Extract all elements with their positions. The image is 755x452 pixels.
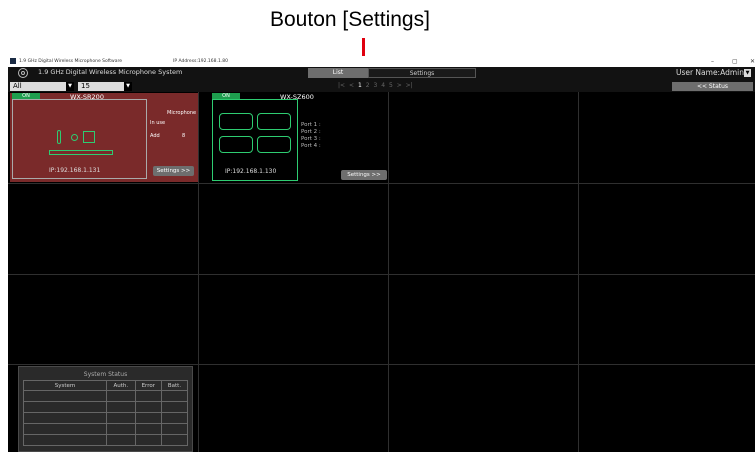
page-2-button[interactable]: 2 <box>366 82 370 89</box>
in-use-label: In use <box>150 120 166 126</box>
microphone-label: Microphone <box>167 110 197 116</box>
device-card-wx-sz600[interactable]: ON WX-SZ600 IP:192.168.1.130 Port 1 : Po… <box>208 93 396 182</box>
page-3-button[interactable]: 3 <box>373 82 377 89</box>
grid-divider <box>198 92 199 452</box>
port-1-icon <box>219 113 253 130</box>
table-row <box>23 390 189 402</box>
group-select[interactable]: All ▼ <box>10 82 74 91</box>
next-page-button[interactable]: > <box>397 82 402 89</box>
logo-icon <box>18 68 28 78</box>
table-header-row: System Auth. Error Batt. <box>23 380 189 391</box>
grid-divider <box>578 92 579 452</box>
system-status-title: System Status <box>83 371 128 378</box>
annotation-label: Bouton [Settings] <box>270 8 430 31</box>
device-card-wx-sr200[interactable]: ON WX-SR200 IP:192.168.1.131 Microphone … <box>10 93 198 182</box>
tab-list[interactable]: List <box>308 68 368 78</box>
pagination: |< < 1 2 3 4 5 > >| <box>338 82 413 89</box>
close-icon[interactable]: ✕ <box>750 56 755 67</box>
chevron-down-icon[interactable]: ▼ <box>66 82 74 91</box>
grid-divider <box>8 364 755 365</box>
page-1-button[interactable]: 1 <box>358 82 362 89</box>
table-row <box>23 401 189 413</box>
system-status-table: System Auth. Error Batt. <box>23 380 189 446</box>
filter-bar: All ▼ 15 ▼ |< < 1 2 3 4 5 > >| << Status <box>8 81 755 92</box>
device-grid: ON WX-SR200 IP:192.168.1.131 Microphone … <box>8 92 755 452</box>
user-name-menu[interactable]: User Name:Admin ▼ <box>676 68 751 77</box>
port-2-icon <box>257 113 291 130</box>
grid-divider <box>8 183 755 184</box>
system-name: 1.9 GHz Digital Wireless Microphone Syst… <box>38 68 183 76</box>
chevron-down-icon[interactable]: ▼ <box>124 82 132 91</box>
title-bar: 1.9 GHz Digital Wireless Microphone Soft… <box>8 56 755 67</box>
settings-button[interactable]: Settings >> <box>341 170 387 180</box>
application-window: 1.9 GHz Digital Wireless Microphone Soft… <box>8 56 755 452</box>
tab-settings[interactable]: Settings <box>368 68 476 78</box>
app-icon <box>10 58 16 64</box>
ip-address-label: IP Address:192.168.1.80 <box>173 59 228 64</box>
port-label: Port 4 : <box>301 143 321 149</box>
table-row <box>23 423 189 435</box>
maximize-icon[interactable]: ▢ <box>732 56 738 67</box>
chevron-down-icon[interactable]: ▼ <box>744 69 751 77</box>
port-label: Port 1 : <box>301 122 321 128</box>
microphone-icon <box>57 130 61 144</box>
last-page-button[interactable]: >| <box>406 82 413 89</box>
unit-icon <box>83 131 95 143</box>
header-bar: 1.9 GHz Digital Wireless Microphone Syst… <box>8 67 755 81</box>
user-name-label: User Name:Admin <box>675 68 744 77</box>
charger-icon <box>71 134 78 141</box>
column-header: Error <box>134 380 162 391</box>
count-select-value: 15 <box>81 82 90 90</box>
grid-divider <box>8 274 755 275</box>
port-label: Port 2 : <box>301 129 321 135</box>
port-3-icon <box>219 136 253 153</box>
column-header: Auth. <box>106 380 136 391</box>
window-title: 1.9 GHz Digital Wireless Microphone Soft… <box>19 59 122 64</box>
port-4-icon <box>257 136 291 153</box>
system-status-panel: System Status System Auth. Error Batt. <box>18 366 193 452</box>
device-panel: IP:192.168.1.130 <box>212 99 298 181</box>
ip-label: IP:192.168.1.130 <box>225 168 277 175</box>
settings-button[interactable]: Settings >> <box>153 166 194 176</box>
slot-indicator-bar <box>49 150 113 155</box>
device-panel: IP:192.168.1.131 <box>12 99 147 179</box>
prev-page-button[interactable]: < <box>349 82 354 89</box>
table-row <box>23 434 189 446</box>
page-4-button[interactable]: 4 <box>381 82 385 89</box>
count-select[interactable]: 15 ▼ <box>78 82 132 91</box>
column-header: Batt. <box>160 380 189 391</box>
group-select-value: All <box>13 82 22 90</box>
minimize-icon[interactable]: – <box>711 56 714 67</box>
add-value: 8 <box>182 133 186 139</box>
port-label: Port 3 : <box>301 136 321 142</box>
table-row <box>23 412 189 424</box>
column-header: System <box>23 380 107 391</box>
status-toggle-button[interactable]: << Status <box>672 82 753 91</box>
first-page-button[interactable]: |< <box>338 82 345 89</box>
page-5-button[interactable]: 5 <box>389 82 393 89</box>
add-label: Add <box>150 133 160 139</box>
ip-label: IP:192.168.1.131 <box>49 167 101 174</box>
